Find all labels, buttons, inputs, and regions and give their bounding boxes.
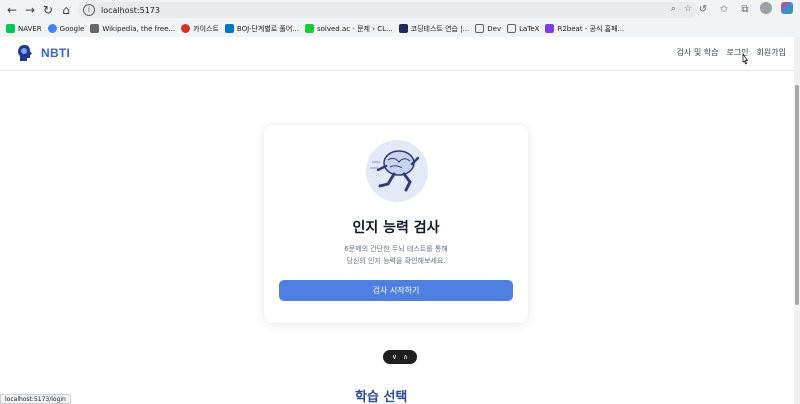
forward-icon[interactable]: → <box>21 1 39 19</box>
home-icon[interactable]: ⌂ <box>57 1 75 19</box>
reload-icon[interactable]: ↻ <box>39 1 57 19</box>
bookmark-label: 카이스트 <box>193 24 219 33</box>
running-brain-illustration <box>366 140 428 202</box>
bookmark-label: NAVER <box>18 24 42 33</box>
folder-icon <box>475 24 485 33</box>
collections-icon[interactable]: ⧉ <box>738 4 752 15</box>
kaist-icon <box>181 24 191 33</box>
start-test-button[interactable]: 검사 시작하기 <box>279 280 513 301</box>
card-title: 인지 능력 검사 <box>352 220 440 236</box>
folder-icon <box>507 24 517 33</box>
desc-line-1: 6문제의 간단한 두뇌 테스트를 통해 <box>344 245 448 253</box>
bookmark-boj[interactable]: BOJ-단계별로 풀어... <box>224 24 299 34</box>
bookmark-google[interactable]: Google <box>47 24 85 33</box>
page-scrollbar[interactable] <box>794 37 800 404</box>
bookmark-label: LaTeX <box>519 24 540 33</box>
copilot-icon[interactable] <box>780 2 794 17</box>
browser-toolbar: ← → ↻ ⌂ i localhost:5173 ⌕ ☆ ↺ ✩ ⧉ <box>0 0 800 20</box>
bookmark-label: R2beat - 공식 홈페... <box>557 24 625 33</box>
chevron-down-icon[interactable]: ∨ <box>392 353 397 361</box>
boj-icon <box>224 24 234 33</box>
brain-head-icon <box>18 45 32 61</box>
bookmark-label: solved.ac - 문제 › CL... <box>316 24 393 33</box>
bookmark-label: BOJ-단계별로 풀어... <box>236 24 299 33</box>
star-icon[interactable]: ☆ <box>684 4 692 14</box>
bookmark-kaist[interactable]: 카이스트 <box>181 24 219 34</box>
bookmarks-bar: NAVER Google Wikipedia, the free... 카이스트… <box>0 20 800 37</box>
status-bar: localhost:5173/login <box>0 394 71 404</box>
mouse-pointer-icon <box>742 53 749 65</box>
card-description: 6문제의 간단한 두뇌 테스트를 통해 당신의 인지 능력을 확인해보세요. <box>264 243 528 267</box>
google-icon <box>47 24 57 33</box>
wikipedia-icon <box>90 24 100 33</box>
bookmark-solvedac[interactable]: solved.ac - 문제 › CL... <box>304 24 393 34</box>
refresh-extension-icon[interactable]: ↺ <box>696 4 710 15</box>
nav-signup[interactable]: 회원가입 <box>757 47 786 58</box>
bookmark-r2beat[interactable]: R2beat - 공식 홈페... <box>545 24 624 34</box>
bookmark-wikipedia[interactable]: Wikipedia, the free... <box>90 24 175 33</box>
bookmark-label: Google <box>59 24 85 33</box>
page-content: NBTI 검사 및 학습 로그인 회원가입 인지 능력 검사 6문제의 간단한 … <box>0 37 800 404</box>
scroll-nav-pill[interactable]: ∨ ∧ <box>383 350 417 364</box>
section-title: 학습 선택 <box>355 390 408 404</box>
chevron-up-icon[interactable]: ∧ <box>403 353 408 361</box>
naver-icon <box>6 24 15 33</box>
top-nav: 검사 및 학습 로그인 회원가입 <box>677 47 786 58</box>
bookmark-folder-dev[interactable]: Dev <box>475 24 501 33</box>
nav-test-study[interactable]: 검사 및 학습 <box>677 47 719 58</box>
bookmark-label: 코딩테스트 연습 |... <box>410 24 470 33</box>
browser-tools: ↺ ✩ ⧉ <box>696 2 794 17</box>
favorites-icon[interactable]: ✩ <box>717 4 731 15</box>
bookmark-naver[interactable]: NAVER <box>6 24 42 33</box>
programmers-icon <box>398 24 408 33</box>
r2beat-icon <box>545 24 555 33</box>
solvedac-icon <box>304 24 314 33</box>
back-icon[interactable]: ← <box>3 1 21 19</box>
cognitive-test-card: 인지 능력 검사 6문제의 간단한 두뇌 테스트를 통해 당신의 인지 능력을 … <box>264 125 528 323</box>
address-bar[interactable]: i localhost:5173 ⌕ ☆ <box>78 2 698 18</box>
scrollbar-thumb[interactable] <box>795 85 799 305</box>
logo[interactable]: NBTI <box>17 44 70 62</box>
bookmark-folder-latex[interactable]: LaTeX <box>507 24 539 33</box>
bookmark-label: Dev <box>487 24 502 33</box>
bookmark-programmers[interactable]: 코딩테스트 연습 |... <box>398 24 470 34</box>
search-icon[interactable]: ⌕ <box>671 4 676 14</box>
bookmark-label: Wikipedia, the free... <box>102 24 176 33</box>
site-info-icon[interactable]: i <box>83 4 95 16</box>
running-brain-icon <box>370 150 420 192</box>
brand-name: NBTI <box>41 46 71 60</box>
desc-line-2: 당신의 인지 능력을 확인해보세요. <box>346 257 446 265</box>
url-text: localhost:5173 <box>101 5 160 15</box>
profile-avatar-icon[interactable] <box>759 2 773 17</box>
app-header: NBTI 검사 및 학습 로그인 회원가입 <box>0 37 794 71</box>
browser-chrome: ← → ↻ ⌂ i localhost:5173 ⌕ ☆ ↺ ✩ ⧉ NAVER… <box>0 0 800 37</box>
